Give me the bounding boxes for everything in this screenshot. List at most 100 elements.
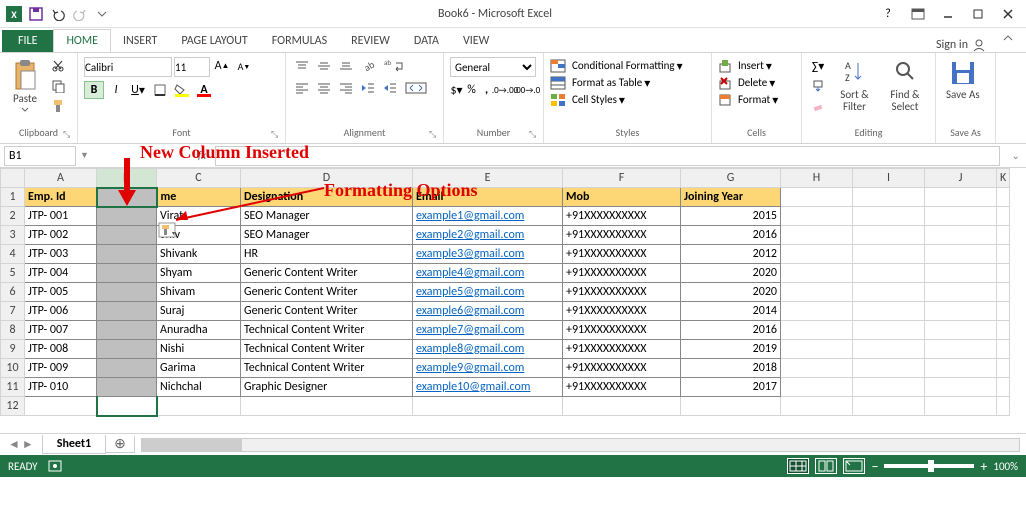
help-icon[interactable]: ? bbox=[874, 3, 902, 25]
cell-K1[interactable] bbox=[997, 188, 1010, 207]
cell-F12[interactable] bbox=[563, 397, 681, 416]
email-link[interactable]: example3@gmail.com bbox=[416, 247, 524, 261]
cell-F8[interactable]: +91XXXXXXXXXX bbox=[563, 321, 681, 340]
tab-data[interactable]: DATA bbox=[402, 30, 451, 52]
row-header-12[interactable]: 12 bbox=[1, 397, 25, 416]
cell-F11[interactable]: +91XXXXXXXXXX bbox=[563, 378, 681, 397]
cell-C4[interactable]: Shivank bbox=[157, 245, 241, 264]
cell-J2[interactable] bbox=[925, 207, 997, 226]
cell-J11[interactable] bbox=[925, 378, 997, 397]
tab-formulas[interactable]: FORMULAS bbox=[260, 30, 339, 52]
formula-bar-input[interactable] bbox=[215, 146, 1000, 166]
cell-I1[interactable] bbox=[853, 188, 925, 207]
cell-H7[interactable] bbox=[781, 302, 853, 321]
wrap-text-button[interactable]: ab bbox=[380, 57, 408, 75]
cell-K9[interactable] bbox=[997, 340, 1010, 359]
tab-page-layout[interactable]: PAGE LAYOUT bbox=[169, 30, 259, 52]
cell-B6[interactable] bbox=[97, 283, 157, 302]
cell-A7[interactable]: JTP- 006 bbox=[25, 302, 97, 321]
email-link[interactable]: example9@gmail.com bbox=[416, 361, 524, 375]
currency-button[interactable]: $▾ bbox=[450, 81, 463, 99]
cell-I5[interactable] bbox=[853, 264, 925, 283]
row-header-5[interactable]: 5 bbox=[1, 264, 25, 283]
column-header-G[interactable]: G bbox=[681, 169, 781, 188]
cell-K2[interactable] bbox=[997, 207, 1010, 226]
column-header-K[interactable]: K bbox=[997, 169, 1010, 188]
decrease-decimal-button[interactable]: .00→.0 bbox=[517, 81, 537, 99]
name-box-input[interactable] bbox=[4, 146, 76, 166]
cell-D7[interactable]: Generic Content Writer bbox=[241, 302, 413, 321]
cell-B4[interactable] bbox=[97, 245, 157, 264]
cell-D2[interactable]: SEO Manager bbox=[241, 207, 413, 226]
format-as-table-button[interactable]: Format as Table▾ bbox=[550, 76, 705, 91]
cell-E3[interactable]: example2@gmail.com bbox=[413, 226, 563, 245]
cell-I2[interactable] bbox=[853, 207, 925, 226]
cell-H1[interactable] bbox=[781, 188, 853, 207]
cell-G11[interactable]: 2017 bbox=[681, 378, 781, 397]
font-launcher-icon[interactable]: ⤡ bbox=[271, 129, 283, 141]
tab-file[interactable]: FILE bbox=[2, 30, 53, 52]
zoom-knob[interactable] bbox=[928, 460, 934, 472]
tab-home[interactable]: HOME bbox=[53, 29, 111, 52]
cell-A6[interactable]: JTP- 005 bbox=[25, 283, 97, 302]
sheet-tab-sheet1[interactable]: Sheet1 bbox=[42, 435, 106, 454]
cell-D4[interactable]: HR bbox=[241, 245, 413, 264]
sign-in-link[interactable]: Sign in bbox=[936, 38, 986, 52]
cell-K8[interactable] bbox=[997, 321, 1010, 340]
email-link[interactable]: example6@gmail.com bbox=[416, 304, 524, 318]
number-launcher-icon[interactable]: ⤡ bbox=[529, 129, 541, 141]
cell-H6[interactable] bbox=[781, 283, 853, 302]
cell-G3[interactable]: 2016 bbox=[681, 226, 781, 245]
delete-cells-button[interactable]: Delete▾ bbox=[718, 76, 795, 91]
zoom-slider[interactable] bbox=[884, 464, 974, 468]
decrease-font-button[interactable]: A▼ bbox=[234, 57, 254, 75]
undo-icon[interactable] bbox=[48, 4, 68, 24]
cell-E10[interactable]: example9@gmail.com bbox=[413, 359, 563, 378]
cell-C7[interactable]: Suraj bbox=[157, 302, 241, 321]
cell-C12[interactable] bbox=[157, 397, 241, 416]
column-header-H[interactable]: H bbox=[781, 169, 853, 188]
cell-G4[interactable]: 2012 bbox=[681, 245, 781, 264]
qat-customize-icon[interactable] bbox=[92, 4, 112, 24]
cell-F4[interactable]: +91XXXXXXXXXX bbox=[563, 245, 681, 264]
cell-I7[interactable] bbox=[853, 302, 925, 321]
format-painter-button[interactable] bbox=[48, 97, 68, 115]
increase-indent-button[interactable] bbox=[380, 79, 400, 97]
cell-F5[interactable]: +91XXXXXXXXXX bbox=[563, 264, 681, 283]
cell-K12[interactable] bbox=[997, 397, 1010, 416]
cell-B12[interactable] bbox=[97, 397, 157, 416]
spreadsheet-grid[interactable]: ABCDEFGHIJK 1Emp. IdmeDesignationEmailMo… bbox=[0, 168, 1010, 417]
cell-D5[interactable]: Generic Content Writer bbox=[241, 264, 413, 283]
tab-review[interactable]: REVIEW bbox=[339, 30, 402, 52]
orientation-button[interactable]: ab bbox=[358, 57, 378, 75]
cell-J8[interactable] bbox=[925, 321, 997, 340]
cell-J10[interactable] bbox=[925, 359, 997, 378]
cell-C11[interactable]: Nichchal bbox=[157, 378, 241, 397]
redo-icon[interactable] bbox=[70, 4, 90, 24]
cell-F7[interactable]: +91XXXXXXXXXX bbox=[563, 302, 681, 321]
insert-options-button[interactable] bbox=[158, 222, 178, 240]
cell-D3[interactable]: SEO Manager bbox=[241, 226, 413, 245]
cell-C6[interactable]: Shivam bbox=[157, 283, 241, 302]
save-icon[interactable] bbox=[26, 4, 46, 24]
cell-C9[interactable]: Nishi bbox=[157, 340, 241, 359]
cell-G10[interactable]: 2018 bbox=[681, 359, 781, 378]
cell-G9[interactable]: 2019 bbox=[681, 340, 781, 359]
cell-H8[interactable] bbox=[781, 321, 853, 340]
row-header-9[interactable]: 9 bbox=[1, 340, 25, 359]
cell-I11[interactable] bbox=[853, 378, 925, 397]
cell-J6[interactable] bbox=[925, 283, 997, 302]
cell-F10[interactable]: +91XXXXXXXXXX bbox=[563, 359, 681, 378]
cell-D9[interactable]: Technical Content Writer bbox=[241, 340, 413, 359]
decrease-indent-button[interactable] bbox=[358, 79, 378, 97]
insert-cells-button[interactable]: Insert▾ bbox=[718, 59, 795, 74]
clipboard-launcher-icon[interactable]: ⤡ bbox=[63, 129, 75, 141]
cell-A1[interactable]: Emp. Id bbox=[25, 188, 97, 207]
font-color-button[interactable]: A bbox=[194, 81, 214, 99]
email-link[interactable]: example10@gmail.com bbox=[416, 380, 530, 394]
column-header-I[interactable]: I bbox=[853, 169, 925, 188]
cell-J9[interactable] bbox=[925, 340, 997, 359]
cell-A2[interactable]: JTP- 001 bbox=[25, 207, 97, 226]
select-all-corner[interactable] bbox=[1, 169, 25, 188]
cell-F6[interactable]: +91XXXXXXXXXX bbox=[563, 283, 681, 302]
